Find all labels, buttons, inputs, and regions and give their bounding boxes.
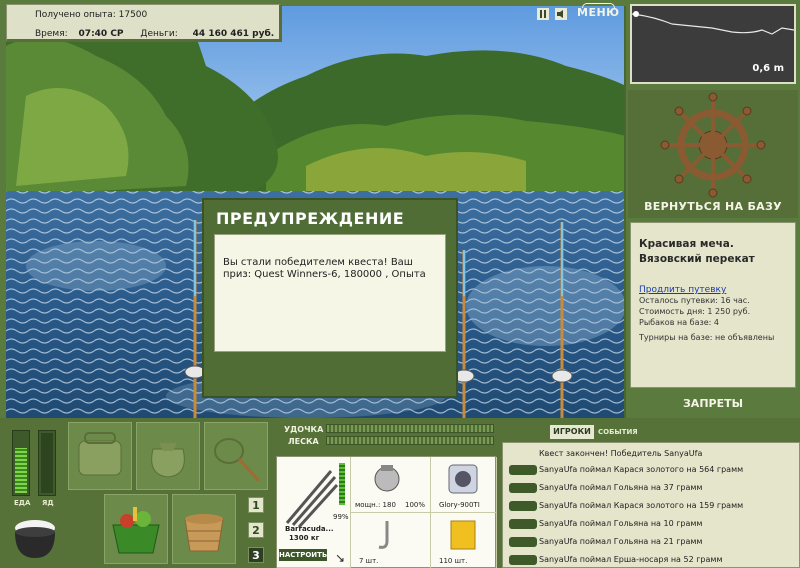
slot-page-3-button[interactable]: 3 [248, 547, 264, 563]
rod-weight: 1300 кг [289, 534, 320, 542]
base-name-line1: Красивая меча. [639, 238, 734, 250]
reel-health: 100% [405, 501, 426, 509]
food-basket-icon [112, 507, 160, 554]
time-money-row: Время: 07:40 СР Деньги: 44 160 461 руб. [35, 29, 275, 39]
sound-icon[interactable] [555, 8, 567, 20]
tournaments-info: Турниры на базе: не объявлены [639, 333, 775, 342]
rod-health: 99% [333, 513, 349, 521]
reel-icon [374, 465, 400, 492]
list-item: SanyaUfa поймал Гольяна на 37 грамм [539, 483, 703, 492]
slot-bag[interactable] [68, 422, 132, 490]
rod-icon [285, 470, 339, 529]
depth-profile: 0,6 m [630, 4, 796, 84]
bait-icon [450, 520, 476, 550]
ship-wheel-icon [660, 92, 766, 198]
dialog-title: ПРЕДУПРЕЖДЕНИЕ [216, 209, 405, 228]
setup-button[interactable]: НАСТРОИТЬ [279, 549, 327, 561]
menu-button[interactable]: МЕНЮ [577, 3, 620, 19]
line-strength-bar [326, 436, 494, 445]
hook-slot[interactable]: 7 шт. [351, 513, 431, 568]
line-label: ЛЕСКА [288, 437, 319, 446]
time-value: 07:40 СР [78, 29, 124, 39]
line-spool-icon [448, 464, 478, 494]
base-info-panel: Красивая меча. Вязовский перекат Продлит… [630, 222, 796, 388]
pause-icon[interactable] [537, 8, 549, 20]
hook-count: 7 шт. [359, 557, 379, 565]
list-item: SanyaUfa поймал Карася золотого на 564 г… [539, 465, 744, 474]
reel-slot[interactable]: мощн.: 180 100% [351, 457, 431, 513]
landing-net-icon [214, 438, 261, 483]
slot-page-2-button[interactable]: 2 [248, 522, 264, 538]
rod-label: УДОЧКА [284, 425, 324, 434]
fishers-count: Рыбаков на базе: 4 [639, 318, 719, 327]
money-value: 44 160 461 руб. [192, 29, 275, 39]
fish-icon [509, 537, 537, 547]
list-item: SanyaUfa поймал Гольяна на 10 грамм [539, 519, 703, 528]
bait-count: 110 шт. [439, 557, 468, 565]
fish-icon [509, 501, 537, 511]
hook-icon [378, 521, 389, 549]
tab-events[interactable]: СОБЫТИЯ [598, 428, 638, 436]
dialog-message: Вы стали победителем квеста! Ваш приз: Q… [214, 234, 446, 352]
base-name-line2: Вязовский перекат [639, 253, 755, 265]
line-name: Glory-900TI [439, 501, 480, 509]
slot-sack[interactable] [136, 422, 200, 490]
extend-permit-link[interactable]: Продлить путевку [639, 285, 787, 295]
poison-meter [38, 430, 56, 496]
return-to-base-label[interactable]: ВЕРНУТЬСЯ НА БАЗУ [628, 200, 798, 213]
food-label: ЕДА [14, 499, 31, 507]
xp-row: Получено опыта: 17500 [35, 10, 148, 20]
cauldron-icon[interactable] [10, 510, 60, 562]
slot-net[interactable] [204, 422, 268, 490]
bag-icon [78, 432, 122, 476]
slot-bucket[interactable] [172, 494, 236, 564]
return-to-base-button[interactable] [628, 90, 798, 218]
fish-icon [509, 483, 537, 493]
list-item: SanyaUfa поймал Ерша-носаря на 52 грамм [539, 555, 723, 564]
reel-power: мощн.: 180 [355, 501, 396, 509]
rod-strength-bar [326, 424, 494, 433]
slot-food-basket[interactable] [104, 494, 168, 564]
player-stats: Получено опыта: 17500 Время: 07:40 СР Де… [6, 4, 282, 42]
rod-name: Barracuda... [285, 525, 334, 533]
tab-players[interactable]: ИГРОКИ [550, 425, 594, 439]
setup-arrow-icon[interactable]: ↘ [335, 551, 345, 565]
fish-icon [509, 519, 537, 529]
bucket-icon [184, 514, 224, 552]
slot-page-1-button[interactable]: 1 [248, 497, 264, 513]
list-item: Квест закончен! Победитель SanyaUfa [539, 449, 703, 458]
list-item: SanyaUfa поймал Карася золотого на 159 г… [539, 501, 744, 510]
sack-icon [151, 443, 185, 478]
day-cost: Стоимость дня: 1 250 руб. [639, 307, 751, 316]
rod-health-bar [339, 463, 345, 505]
fish-icon [509, 555, 537, 565]
line-slot[interactable]: Glory-900TI [431, 457, 497, 513]
bans-button[interactable]: ЗАПРЕТЫ [628, 397, 798, 410]
poison-label: ЯД [42, 499, 54, 507]
events-list: Квест закончен! Победитель SanyaUfa Sany… [502, 442, 800, 568]
list-item: SanyaUfa поймал Гольяна на 21 грамм [539, 537, 703, 546]
food-meter [12, 430, 30, 496]
xp-value: 17500 [118, 10, 148, 20]
permit-remaining: Осталось путевки: 16 час. [639, 296, 750, 305]
fish-icon [509, 465, 537, 475]
depth-value: 0,6 m [752, 63, 784, 74]
bait-slot[interactable]: 110 шт. [431, 513, 497, 568]
